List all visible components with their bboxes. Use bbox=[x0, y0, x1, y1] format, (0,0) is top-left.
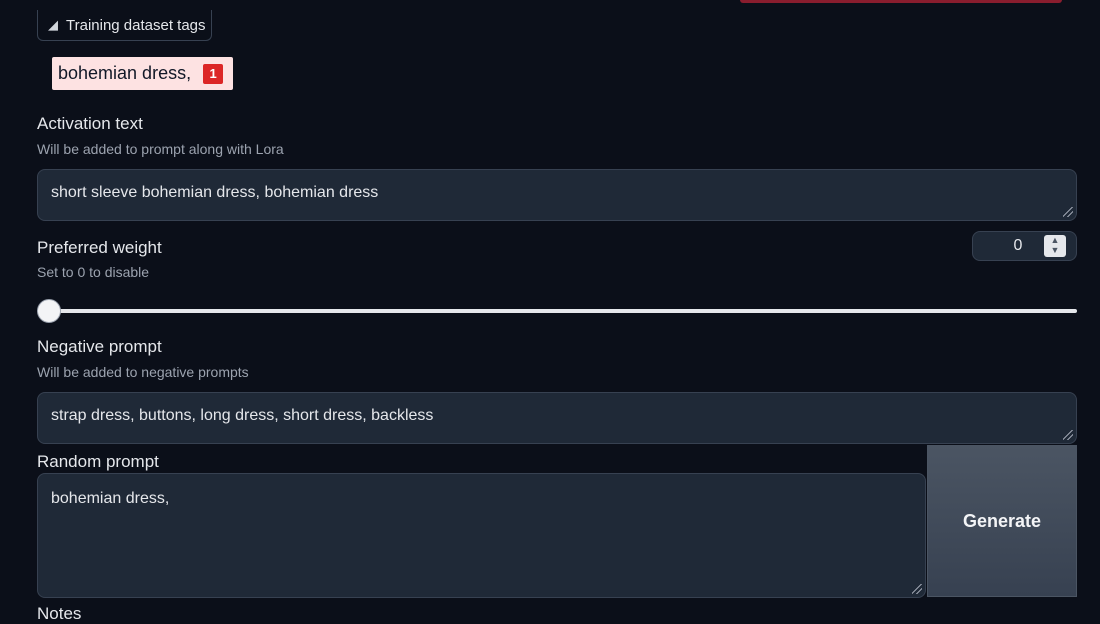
negative-prompt-label: Negative prompt bbox=[37, 337, 162, 356]
random-prompt-input[interactable]: bohemian dress, bbox=[37, 473, 926, 598]
image-preview-edge bbox=[740, 0, 1062, 3]
resize-handle-icon[interactable] bbox=[912, 584, 922, 594]
tag-chip[interactable]: bohemian dress, 1 bbox=[52, 57, 233, 90]
activation-text-input[interactable]: short sleeve bohemian dress, bohemian dr… bbox=[37, 169, 1077, 221]
random-prompt-value: bohemian dress, bbox=[51, 490, 170, 507]
preferred-weight-number-input[interactable]: 0 ▲ ▼ bbox=[972, 231, 1077, 261]
negative-prompt-input[interactable]: strap dress, buttons, long dress, short … bbox=[37, 392, 1077, 444]
negative-prompt-value: strap dress, buttons, long dress, short … bbox=[51, 407, 434, 424]
tab-training-dataset-tags[interactable]: ◢ Training dataset tags bbox=[37, 10, 212, 41]
activation-text-label: Activation text bbox=[37, 114, 143, 133]
slider-thumb[interactable] bbox=[37, 299, 61, 323]
preferred-weight-slider[interactable] bbox=[37, 309, 1077, 313]
preferred-weight-label: Preferred weight bbox=[37, 238, 162, 257]
tag-chip-text: bohemian dress, bbox=[58, 63, 192, 83]
spinner-icon[interactable]: ▲ ▼ bbox=[1044, 235, 1066, 257]
resize-handle-icon[interactable] bbox=[1063, 207, 1073, 217]
negative-prompt-description: Will be added to negative prompts bbox=[37, 364, 249, 380]
random-prompt-label: Random prompt bbox=[37, 452, 159, 471]
preferred-weight-description: Set to 0 to disable bbox=[37, 264, 150, 280]
activation-text-value: short sleeve bohemian dress, bohemian dr… bbox=[51, 184, 379, 201]
tag-icon: ◢ bbox=[48, 17, 58, 32]
activation-text-description: Will be added to prompt along with Lora bbox=[37, 141, 284, 157]
generate-button[interactable]: Generate bbox=[927, 445, 1077, 597]
resize-handle-icon[interactable] bbox=[1063, 430, 1073, 440]
notes-label: Notes bbox=[37, 604, 82, 623]
preferred-weight-value: 0 bbox=[1013, 237, 1023, 254]
tab-label: Training dataset tags bbox=[66, 16, 206, 34]
tag-count-badge: 1 bbox=[203, 63, 224, 84]
